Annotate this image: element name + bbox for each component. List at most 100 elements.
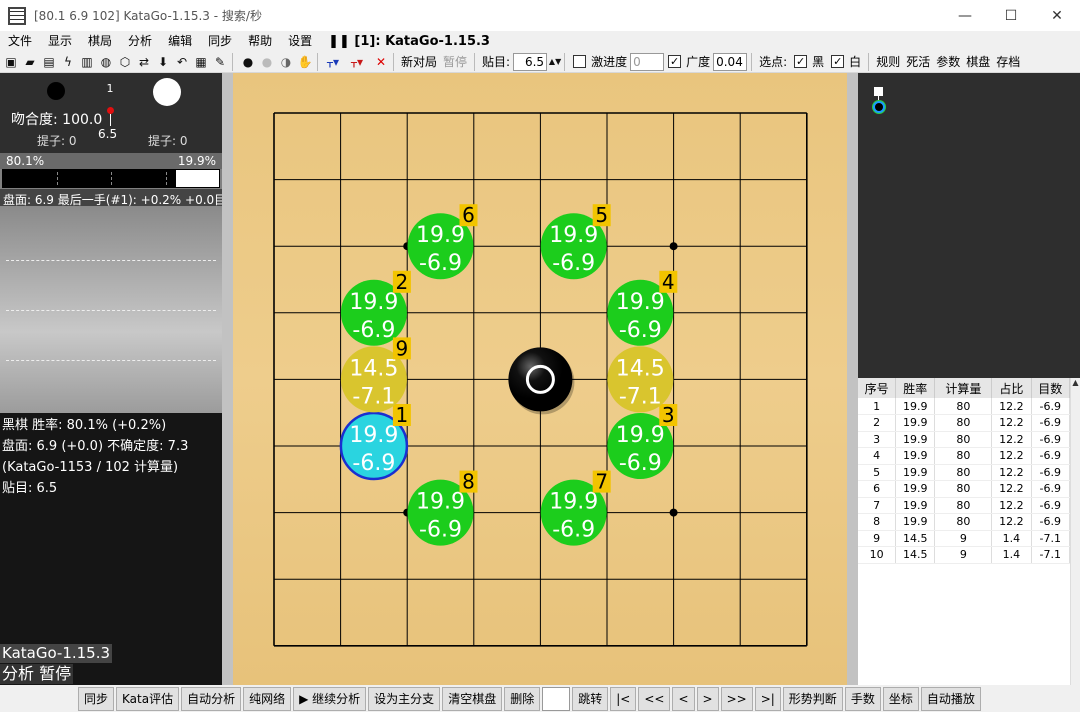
engine-state[interactable]: 分析 暂停 — [0, 664, 74, 684]
candidate-move[interactable]: 19.9 -6.94 — [607, 270, 678, 346]
menu-file[interactable]: 文件 — [0, 31, 40, 51]
current-move-node-icon[interactable] — [873, 101, 885, 113]
red-marker-icon[interactable]: ᚁ▾ — [349, 54, 365, 70]
pen-icon[interactable]: ✎ — [212, 54, 228, 70]
table-row[interactable]: 6 19.9 80 12.2 -6.9 — [858, 480, 1070, 498]
back-one-button[interactable]: < — [672, 686, 695, 711]
candidate-move[interactable]: 19.9 -6.93 — [607, 403, 678, 479]
life-death-button[interactable]: 死活 — [903, 53, 933, 70]
menu-settings[interactable]: 设置 — [280, 31, 320, 51]
lightning-icon[interactable]: ϟ — [60, 54, 76, 70]
root-node-icon[interactable] — [874, 87, 883, 96]
position-judgement-button[interactable]: 形势判断 — [782, 686, 843, 711]
swap-icon[interactable]: ⇄ — [136, 54, 152, 70]
params-button[interactable]: 参数 — [933, 53, 963, 70]
table-row[interactable]: 4 19.9 80 12.2 -6.9 — [858, 447, 1070, 465]
spinner-arrows-icon[interactable]: ▲▼ — [549, 54, 561, 70]
clear-marker-icon[interactable]: ✕ — [373, 54, 389, 70]
menu-analysis[interactable]: 分析 — [120, 31, 160, 51]
table-cell: 12.2 — [991, 398, 1032, 415]
table-row[interactable]: 5 19.9 80 12.2 -6.9 — [858, 464, 1070, 481]
delete-button[interactable]: 删除 — [504, 686, 541, 711]
maximize-button[interactable]: ☐ — [988, 0, 1034, 31]
save-record-button[interactable]: 存档 — [993, 53, 1023, 70]
table-row[interactable]: 8 19.9 80 12.2 -6.9 — [858, 513, 1070, 531]
coordinates-button[interactable]: 坐标 — [882, 686, 919, 711]
game-tree[interactable] — [858, 73, 1080, 378]
candidate-move[interactable]: 19.9 -6.98 — [407, 470, 478, 546]
menu-view[interactable]: 显示 — [40, 31, 80, 51]
auto-analysis-button[interactable]: 自动分析 — [181, 686, 242, 711]
grid-icon[interactable]: ▦ — [193, 54, 209, 70]
save-icon[interactable]: ▤ — [41, 54, 57, 70]
minimize-button[interactable]: — — [942, 0, 988, 31]
candidate-move[interactable]: 19.9 -6.95 — [540, 203, 611, 280]
kata-eval-button[interactable]: Kata评估 — [116, 686, 180, 711]
menu-edit[interactable]: 编辑 — [160, 31, 200, 51]
table-header[interactable]: 计算量 — [934, 378, 993, 398]
table-row[interactable]: 3 19.9 80 12.2 -6.9 — [858, 431, 1070, 448]
pause-button[interactable]: 暂停 — [440, 53, 470, 70]
table-header[interactable]: 占比 — [991, 378, 1032, 398]
aggression-input[interactable]: 0 — [630, 52, 665, 71]
go-board[interactable]: 19.9 -6.9 1 19.9 -6.9 2 19.9 -6.9 3 19.9 -6.9 4 19.9… — [233, 73, 847, 685]
continue-analysis-button[interactable]: ▶ 继续分析 — [293, 686, 367, 711]
menu-sync[interactable]: 同步 — [200, 31, 240, 51]
aggression-checkbox[interactable] — [573, 55, 587, 68]
new-file-icon[interactable]: ▣ — [3, 54, 19, 70]
jump-button[interactable]: 跳转 — [572, 686, 609, 711]
open-folder-icon[interactable]: ▰ — [22, 54, 38, 70]
forward-one-button[interactable]: > — [696, 686, 719, 711]
black-stone-icon[interactable]: ● — [240, 54, 256, 70]
last-move-button[interactable]: >| — [754, 686, 781, 711]
hexagon-icon[interactable]: ⬡ — [117, 54, 133, 70]
undo-icon[interactable]: ↶ — [174, 54, 190, 70]
table-row[interactable]: 10 14.5 9 1.4 -7.1 — [858, 546, 1070, 564]
table-cell: 80 — [934, 414, 993, 432]
table-row[interactable]: 7 19.9 80 12.2 -6.9 — [858, 497, 1070, 514]
alternate-stone-icon[interactable]: ◑ — [278, 54, 294, 70]
candidate-move[interactable]: 19.9 -6.97 — [540, 470, 611, 546]
komi-input[interactable]: 6.5 — [513, 52, 548, 71]
candidate-move[interactable]: 14.5 -7.19 — [340, 336, 411, 413]
move-numbers-button[interactable]: 手数 — [844, 686, 881, 711]
menu-game[interactable]: 棋局 — [80, 31, 120, 51]
back-ten-button[interactable]: << — [638, 686, 671, 711]
table-row[interactable]: 9 14.5 9 1.4 -7.1 — [858, 530, 1070, 547]
table-scrollbar[interactable]: ▲ — [1070, 378, 1080, 685]
rules-button[interactable]: 规则 — [873, 53, 903, 70]
blue-marker-icon[interactable]: ᚁ▾ — [325, 54, 341, 70]
first-move-button[interactable]: |< — [610, 686, 637, 711]
candidate-move[interactable]: 19.9 -6.96 — [407, 203, 478, 280]
black-checkbox[interactable]: ✓ — [794, 55, 808, 68]
pure-network-button[interactable]: 纯网络 — [243, 686, 292, 711]
table-header[interactable]: 目数 — [1031, 378, 1070, 398]
white-checkbox[interactable]: ✓ — [831, 55, 845, 68]
new-game-button[interactable]: 新对局 — [398, 53, 440, 70]
white-stone-icon[interactable]: ● — [259, 54, 275, 70]
breadth-checkbox[interactable]: ✓ — [668, 55, 682, 68]
table-row[interactable]: 2 19.9 80 12.2 -6.9 — [858, 414, 1070, 432]
bar-chart-icon[interactable]: ▥ — [79, 54, 95, 70]
hand-icon[interactable]: ✋ — [297, 54, 313, 70]
board-grid[interactable]: 19.9-6.9119.9-6.9219.9-6.9319.9-6.9419.9… — [233, 73, 847, 685]
menu-help[interactable]: 帮助 — [240, 31, 280, 51]
candidate-move[interactable]: 19.9 -6.91 — [339, 403, 411, 481]
engine-status[interactable]: ❚❚ [1]: KataGo-1.15.3 — [328, 34, 490, 49]
down-arrow-icon[interactable]: ⬇ — [155, 54, 171, 70]
sync-button[interactable]: 同步 — [78, 686, 115, 711]
table-header[interactable]: 胜率 — [895, 378, 936, 398]
candidate-move[interactable]: 19.9 -6.92 — [340, 270, 411, 346]
candidate-move[interactable]: 14.5 -7.1 — [607, 346, 674, 413]
breadth-input[interactable]: 0.04 — [713, 52, 748, 71]
globe-icon[interactable]: ◍ — [98, 54, 114, 70]
autoplay-button[interactable]: 自动播放 — [920, 686, 981, 711]
clear-board-button[interactable]: 清空棋盘 — [442, 686, 503, 711]
board-button[interactable]: 棋盘 — [963, 53, 993, 70]
forward-ten-button[interactable]: >> — [720, 686, 753, 711]
table-header[interactable]: 序号 — [858, 378, 897, 398]
table-row[interactable]: 1 19.9 80 12.2 -6.9 — [858, 398, 1070, 415]
jump-input[interactable] — [542, 686, 571, 711]
close-button[interactable]: ✕ — [1034, 0, 1080, 31]
set-main-branch-button[interactable]: 设为主分支 — [368, 686, 441, 711]
